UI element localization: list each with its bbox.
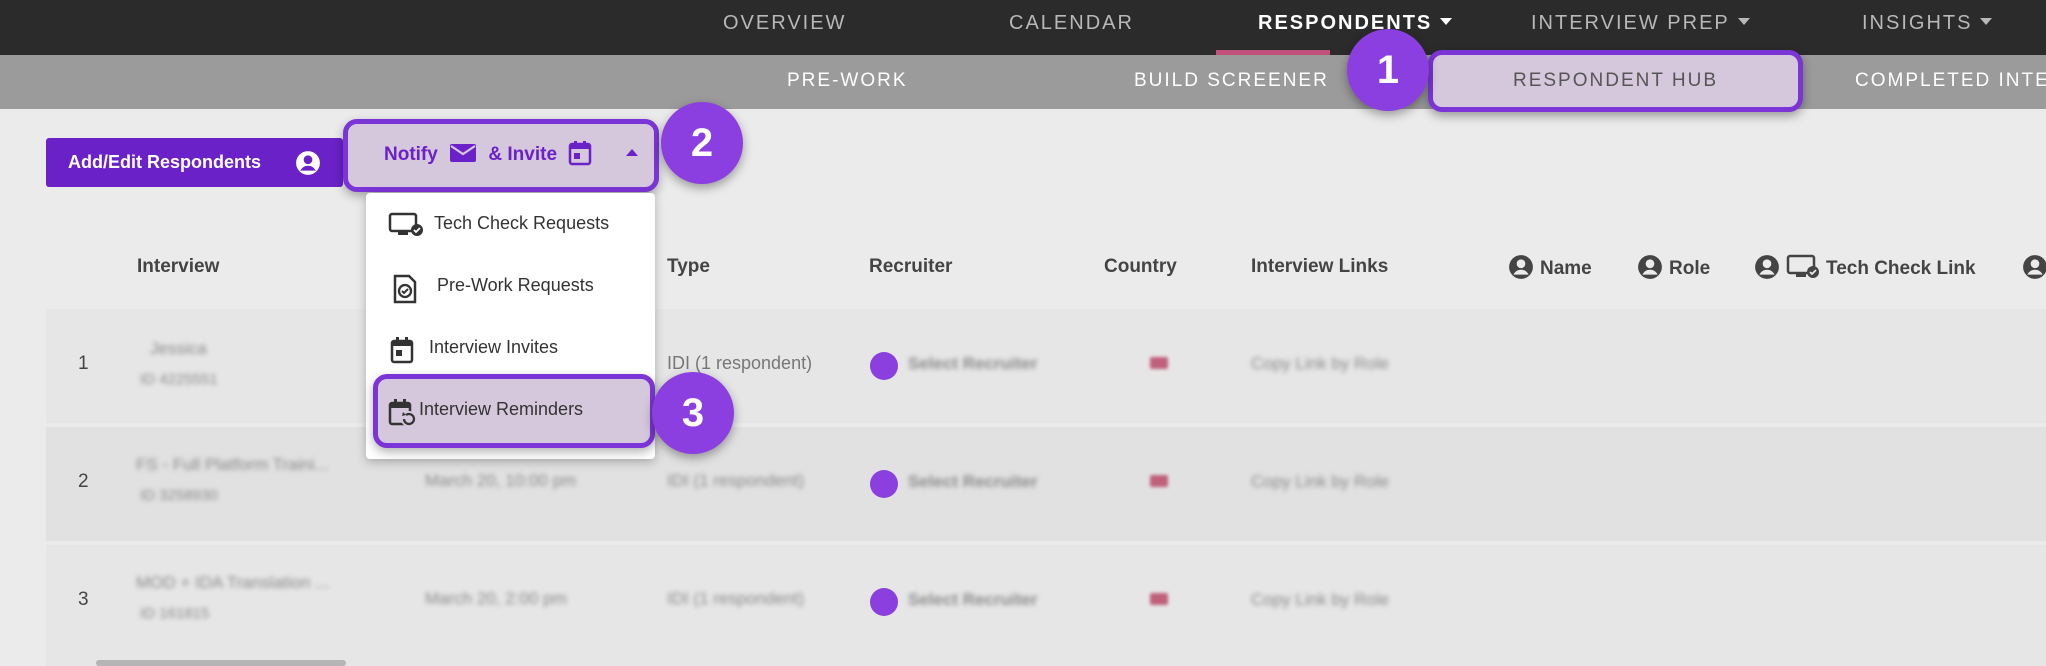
notify-invite-button[interactable]: Notify & Invite bbox=[343, 119, 659, 192]
invite-label: & Invite bbox=[488, 144, 558, 165]
nav-insights-label: INSIGHTS bbox=[1862, 12, 1973, 34]
country-flag bbox=[1150, 475, 1168, 487]
interview-date: March 20, 2:00 pm bbox=[425, 589, 567, 608]
nav-interview-prep-label: INTERVIEW PREP bbox=[1531, 12, 1730, 34]
calendar-icon bbox=[569, 140, 592, 166]
header-interview[interactable]: Interview bbox=[137, 256, 219, 278]
copy-link-by-role[interactable]: Copy Link by Role bbox=[1251, 354, 1389, 374]
menu-item-interview-invites[interactable]: Interview Invites bbox=[366, 319, 655, 379]
table-header: Interview Type Recruiter Country Intervi… bbox=[0, 248, 2046, 284]
nav-insights[interactable]: INSIGHTS bbox=[1862, 0, 1993, 55]
menu-item-interview-reminders[interactable]: Interview Reminders bbox=[373, 374, 655, 448]
monitor-check-icon bbox=[1786, 254, 1819, 278]
header-role-label: Role bbox=[1669, 258, 1711, 280]
header-tech-check-label: Tech Check Link bbox=[1826, 258, 1976, 280]
recruiter-avatar bbox=[870, 470, 898, 498]
header-more[interactable] bbox=[2022, 255, 2046, 282]
header-recruiter[interactable]: Recruiter bbox=[869, 256, 952, 278]
select-recruiter[interactable]: Select Recruiter bbox=[908, 354, 1037, 374]
subnav-pre-work[interactable]: PRE-WORK bbox=[787, 55, 908, 109]
interview-type: IDI (1 respondent) bbox=[667, 353, 813, 373]
header-name[interactable]: Name bbox=[1508, 255, 1592, 282]
callout-badge-3: 3 bbox=[652, 372, 734, 454]
callout-badge-1: 1 bbox=[1347, 29, 1429, 111]
header-role[interactable]: Role bbox=[1637, 255, 1711, 282]
header-tech-check-link[interactable]: Tech Check Link bbox=[1754, 254, 1976, 282]
row-number: 2 bbox=[78, 471, 89, 492]
nav-respondents-label: RESPONDENTS bbox=[1258, 12, 1433, 34]
interview-title[interactable]: MOD + IDA Translation ... bbox=[136, 573, 329, 593]
document-check-icon bbox=[393, 274, 417, 304]
add-edit-respondents-button[interactable]: Add/Edit Respondents bbox=[46, 138, 343, 187]
user-circle-icon bbox=[296, 151, 320, 175]
menu-item-label: Interview Reminders bbox=[419, 399, 584, 419]
header-type[interactable]: Type bbox=[667, 256, 710, 278]
recruiter-avatar bbox=[870, 588, 898, 616]
select-recruiter[interactable]: Select Recruiter bbox=[908, 472, 1037, 492]
interview-type: IDI (1 respondent) bbox=[667, 589, 805, 608]
top-navigation: OVERVIEW CALENDAR RESPONDENTS INTERVIEW … bbox=[0, 0, 2046, 55]
user-circle-icon bbox=[1755, 255, 1779, 279]
user-circle-icon bbox=[1638, 255, 1662, 279]
add-edit-respondents-label: Add/Edit Respondents bbox=[68, 152, 261, 172]
menu-item-tech-check-requests[interactable]: Tech Check Requests bbox=[366, 195, 655, 255]
header-name-label: Name bbox=[1540, 258, 1592, 280]
callout-badge-2: 2 bbox=[661, 102, 743, 184]
chevron-down-icon bbox=[1980, 18, 1993, 26]
menu-item-pre-work-requests[interactable]: Pre-Work Requests bbox=[366, 257, 655, 317]
monitor-check-icon bbox=[388, 212, 423, 236]
interview-type: IDI (1 respondent) bbox=[667, 471, 805, 490]
header-interview-links[interactable]: Interview Links bbox=[1251, 256, 1388, 278]
row-number: 3 bbox=[78, 589, 89, 610]
user-circle-icon bbox=[2023, 255, 2046, 279]
interview-date: March 20, 10:00 pm bbox=[425, 471, 577, 490]
notify-label: Notify bbox=[384, 144, 438, 165]
subnav-respondent-hub[interactable]: RESPONDENT HUB bbox=[1428, 50, 1803, 112]
envelope-icon bbox=[450, 143, 477, 162]
nav-overview[interactable]: OVERVIEW bbox=[723, 0, 846, 55]
nav-calendar[interactable]: CALENDAR bbox=[1009, 0, 1134, 55]
table-row[interactable]: 1 Jessica ID 4225551 IDI (1 respondent) … bbox=[46, 309, 2046, 423]
table-row[interactable]: 2 FS - Full Platform Traini... ID 325893… bbox=[46, 427, 2046, 541]
country-flag bbox=[1150, 357, 1168, 369]
copy-link-by-role[interactable]: Copy Link by Role bbox=[1251, 472, 1389, 492]
menu-item-label: Pre-Work Requests bbox=[437, 275, 594, 295]
chevron-up-icon bbox=[625, 149, 638, 157]
notify-invite-dropdown: Tech Check Requests Pre-Work Requests In… bbox=[366, 193, 655, 459]
row-number: 1 bbox=[78, 353, 89, 374]
calendar-refresh-icon bbox=[388, 399, 417, 427]
table-row[interactable]: 3 MOD + IDA Translation ... ID 161815 Ma… bbox=[46, 545, 2046, 666]
interview-title[interactable]: Jessica bbox=[150, 339, 207, 359]
subnav-completed-interviews[interactable]: COMPLETED INTE bbox=[1855, 55, 2046, 109]
horizontal-scrollbar[interactable] bbox=[96, 660, 346, 666]
user-circle-icon bbox=[1509, 255, 1533, 279]
header-country[interactable]: Country bbox=[1104, 256, 1177, 278]
country-flag bbox=[1150, 593, 1168, 605]
interview-id: ID 161815 bbox=[140, 605, 210, 622]
copy-link-by-role[interactable]: Copy Link by Role bbox=[1251, 590, 1389, 610]
recruiter-avatar bbox=[870, 352, 898, 380]
menu-item-label: Tech Check Requests bbox=[434, 213, 610, 233]
interview-title[interactable]: FS - Full Platform Traini... bbox=[136, 455, 329, 475]
interview-id: ID 3258930 bbox=[140, 487, 218, 504]
interview-id: ID 4225551 bbox=[140, 371, 218, 388]
subnav-build-screener[interactable]: BUILD SCREENER bbox=[1134, 55, 1329, 109]
chevron-down-icon bbox=[1737, 18, 1750, 26]
select-recruiter[interactable]: Select Recruiter bbox=[908, 590, 1037, 610]
chevron-down-icon bbox=[1440, 18, 1453, 26]
nav-interview-prep[interactable]: INTERVIEW PREP bbox=[1531, 0, 1750, 55]
menu-item-label: Interview Invites bbox=[429, 337, 559, 357]
calendar-icon bbox=[390, 337, 414, 364]
